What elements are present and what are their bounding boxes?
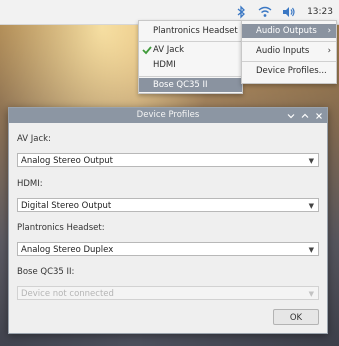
clock: 13:23 [307, 7, 333, 17]
ok-button[interactable]: OK [273, 309, 319, 325]
menu-separator [139, 76, 242, 77]
menu-item-label: Device Profiles... [256, 66, 327, 76]
dialog-titlebar[interactable]: Device Profiles [9, 108, 327, 123]
av-jack-label: AV Jack: [17, 134, 51, 144]
menu-item-av-jack[interactable]: AV Jack [139, 43, 242, 57]
close-button[interactable] [314, 111, 323, 120]
dropdown-arrow-icon: ▼ [308, 202, 314, 210]
select-value: Analog Stereo Output [21, 156, 113, 166]
bose-qc35-label: Bose QC35 II: [17, 267, 75, 277]
chevron-down-icon [287, 113, 294, 118]
menu-item-label: Audio Inputs [256, 46, 310, 56]
menu-item-audio-outputs[interactable]: Audio Outputs › [242, 24, 336, 38]
menu-separator [139, 41, 242, 42]
checkmark-icon [142, 45, 152, 55]
select-value: Analog Stereo Duplex [21, 245, 114, 255]
menu-item-label: Audio Outputs [256, 26, 317, 36]
volume-icon[interactable] [281, 4, 297, 20]
menu-item-label: Plantronics Headset [153, 26, 238, 36]
plantronics-headset-label: Plantronics Headset: [17, 223, 105, 233]
menu-item-plantronics-headset[interactable]: Plantronics Headset [139, 24, 242, 38]
menu-item-hdmi[interactable]: HDMI [139, 58, 242, 72]
bluetooth-icon[interactable] [233, 4, 249, 20]
menu-item-bose-qc35[interactable]: Bose QC35 II [139, 78, 242, 92]
chevron-up-icon [301, 113, 308, 118]
menu-separator [242, 61, 336, 62]
select-value: Digital Stereo Output [21, 201, 112, 211]
window-controls [286, 108, 323, 123]
audio-outputs-submenu: Plantronics Headset AV Jack HDMI Bose QC… [138, 20, 243, 94]
select-value: Device not connected [21, 289, 114, 299]
hdmi-profile-select[interactable]: Digital Stereo Output ▼ [17, 198, 319, 212]
dropdown-arrow-icon: ▼ [308, 290, 314, 298]
dropdown-arrow-icon: ▼ [308, 157, 314, 165]
volume-menu: Audio Outputs › Audio Inputs › Device Pr… [241, 20, 337, 84]
menu-item-device-profiles[interactable]: Device Profiles... [242, 64, 336, 78]
wifi-icon[interactable] [257, 4, 273, 20]
hdmi-label: HDMI: [17, 179, 43, 189]
menu-item-label: Bose QC35 II [153, 80, 208, 90]
menu-item-audio-inputs[interactable]: Audio Inputs › [242, 44, 336, 58]
chevron-right-icon: › [327, 46, 331, 56]
bose-qc35-profile-select: Device not connected ▼ [17, 286, 319, 300]
minimize-button[interactable] [286, 111, 295, 120]
menu-separator [242, 41, 336, 42]
plantronics-headset-profile-select[interactable]: Analog Stereo Duplex ▼ [17, 242, 319, 256]
av-jack-profile-select[interactable]: Analog Stereo Output ▼ [17, 153, 319, 167]
device-profiles-dialog: Device Profiles AV Jack: Analog Stereo O… [8, 107, 328, 334]
dropdown-arrow-icon: ▼ [308, 246, 314, 254]
chevron-right-icon: › [327, 26, 331, 36]
close-icon [315, 112, 322, 119]
maximize-button[interactable] [300, 111, 309, 120]
dialog-title: Device Profiles [136, 110, 200, 120]
menu-item-label: AV Jack [153, 45, 185, 55]
menu-item-label: HDMI [153, 60, 176, 70]
